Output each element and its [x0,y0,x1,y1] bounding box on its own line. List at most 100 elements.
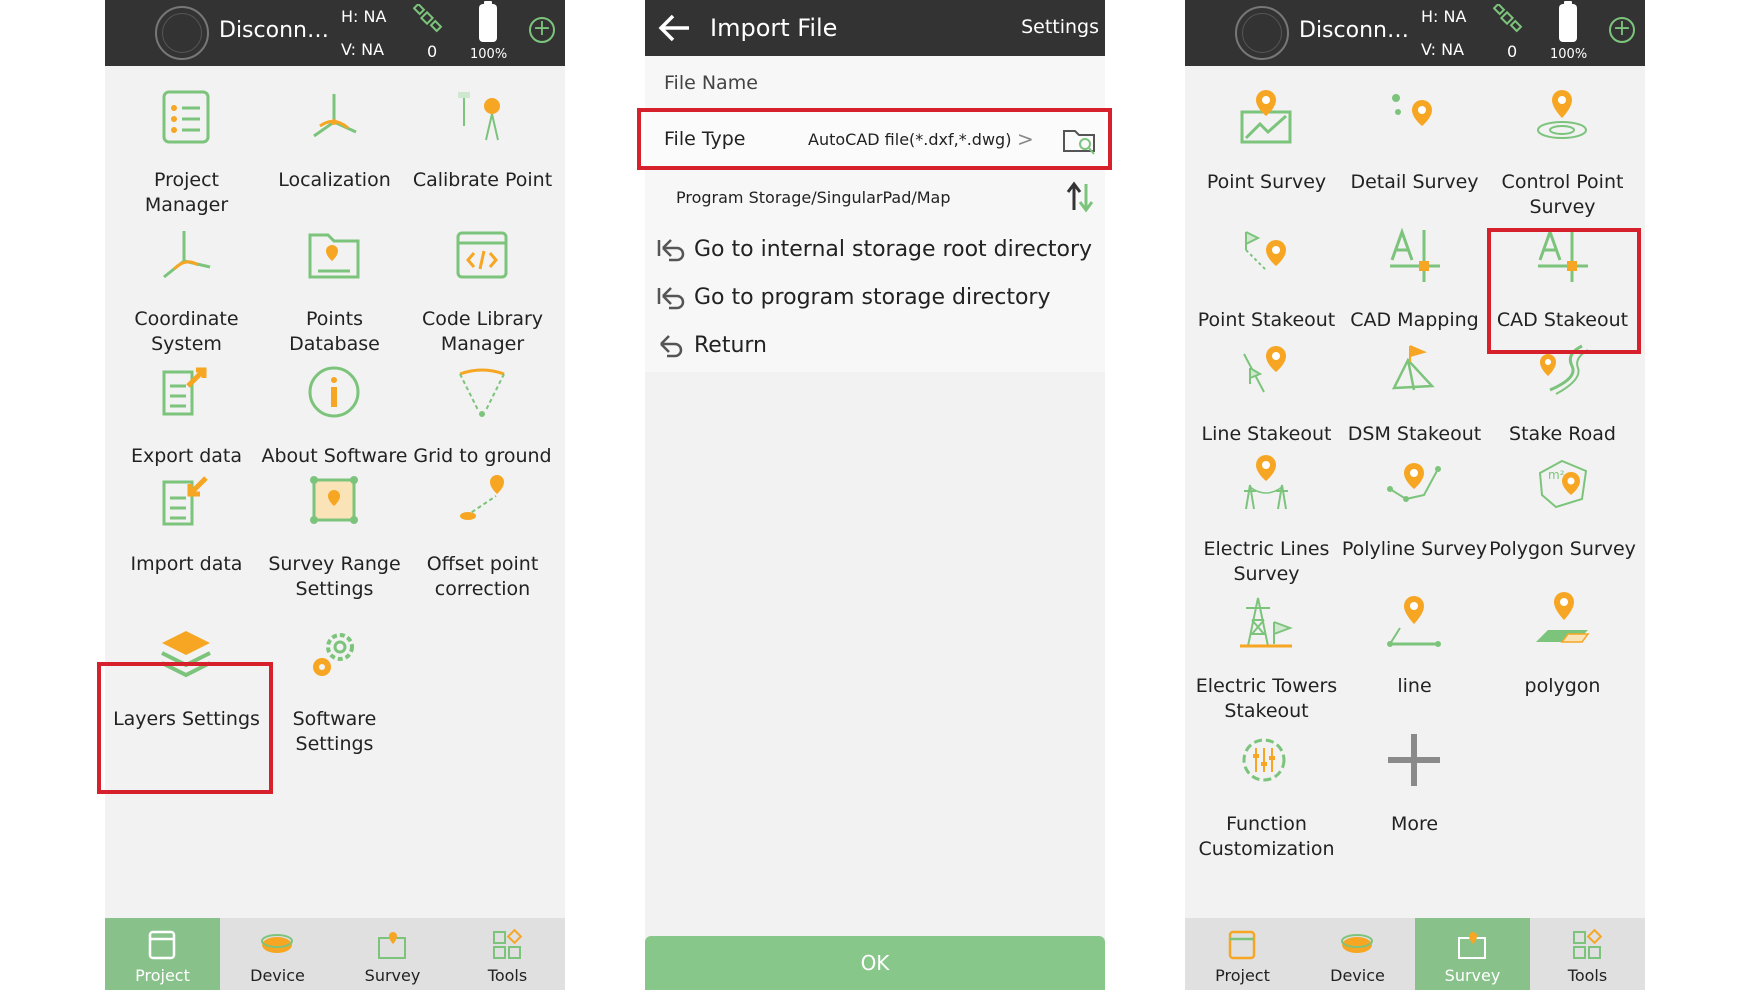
folder-pin-icon [308,233,360,279]
tile-polyline-survey[interactable]: Polyline Survey [1338,455,1491,605]
tile-control-point-survey[interactable]: Control Point Survey [1486,88,1639,238]
tile-offset-point[interactable]: Offset point correction [406,470,559,620]
tile-label: Code Library Manager [421,308,544,355]
nav-label: Tools [1567,966,1608,985]
tile-label: Control Point Survey [1501,171,1624,218]
dsm-stakeout-icon [1391,345,1435,391]
project-tab-icon [148,930,176,960]
add-icon[interactable]: + [1609,17,1635,43]
nav-survey[interactable]: Survey [1415,918,1530,990]
tile-label: Project Manager [144,169,229,216]
connection-indicator-icon[interactable] [1235,6,1289,60]
add-icon[interactable]: + [529,17,555,43]
nav-project[interactable]: Project [105,918,220,990]
go-root-directory[interactable]: Go to internal storage root directory [645,228,1105,276]
tile-label: Point Stakeout [1197,309,1336,331]
tile-label: Software Settings [292,708,377,755]
tile-point-survey[interactable]: Point Survey [1190,88,1343,238]
tile-line[interactable]: line [1338,592,1491,742]
calibrate-tripod-icon [458,92,500,141]
point-survey-icon [1240,90,1292,144]
tile-polygon-survey[interactable]: m² Polygon Survey [1486,455,1639,605]
nav-device[interactable]: Device [1300,918,1415,990]
satellite-icon [1493,4,1523,33]
tile-points-database[interactable]: Points Database [258,225,411,375]
nav-survey[interactable]: Survey [335,918,450,990]
sort-arrows-icon[interactable] [1065,180,1095,214]
back-arrow-icon[interactable] [657,10,693,46]
tile-survey-range[interactable]: Survey Range Settings [258,470,411,620]
tile-label: Polygon Survey [1489,538,1636,560]
tools-tab-icon [1573,928,1603,959]
polygon-icon [1536,592,1590,643]
project-tab-icon [1228,930,1256,960]
nav-tools[interactable]: Tools [450,918,565,990]
nav-tools[interactable]: Tools [1530,918,1645,990]
nav-label: Survey [1444,966,1501,985]
tile-label: Calibrate Point [412,169,553,191]
nav-label: Project [1215,966,1270,985]
tile-electric-towers-stakeout[interactable]: Electric Towers Stakeout [1190,592,1343,742]
device-tab-icon [261,934,293,953]
highlight-layers-settings [97,662,273,794]
tile-label: polygon [1524,675,1601,697]
nav-item-label: Return [694,333,768,358]
return-icon [660,335,683,358]
tile-project-manager[interactable]: Project Manager [110,86,263,236]
tile-detail-survey[interactable]: Detail Survey [1338,88,1491,238]
connection-indicator-icon[interactable] [155,6,209,60]
nav-device[interactable]: Device [220,918,335,990]
tile-polygon[interactable]: polygon [1486,592,1639,742]
tile-function-customization[interactable]: Function Customization [1190,730,1343,880]
gears-icon [313,633,354,676]
survey-screen: Disconn… H: NA V: NA 0 100% + Point Surv… [1185,0,1645,990]
tile-calibrate-point[interactable]: Calibrate Point [406,86,559,236]
polyline-survey-icon [1387,463,1441,502]
tile-label: Electric Lines Survey [1203,538,1330,585]
point-stakeout-icon [1245,231,1286,271]
tile-coordinate-system[interactable]: Coordinate System [110,225,263,375]
tile-label: Localization [278,169,391,191]
tile-label: Electric Towers Stakeout [1195,675,1338,722]
tile-label: CAD Mapping [1350,309,1479,331]
nav-project[interactable]: Project [1185,918,1300,990]
return-item[interactable]: Return [645,324,1105,372]
tile-more[interactable]: More [1338,730,1491,880]
nav-label: Device [1330,966,1385,985]
tile-label: About Software [261,445,408,467]
tile-electric-lines-survey[interactable]: Electric Lines Survey [1190,455,1343,605]
tools-tab-icon [493,928,523,959]
bottom-nav: Project Device Survey Tools [1185,918,1645,990]
function-gear-icon [1242,738,1286,782]
h-precision: H: NA [341,7,387,26]
tile-software-settings[interactable]: Software Settings [258,625,411,775]
tile-label: line [1397,675,1432,697]
tile-label: Line Stakeout [1201,423,1332,445]
clipboard-list-icon [162,90,210,144]
ok-button[interactable]: OK [645,936,1105,990]
coordinate-axes-icon [163,231,211,279]
tile-label: Polyline Survey [1341,538,1488,560]
file-name-row[interactable]: File Name [645,56,1105,111]
tile-label: Point Survey [1206,171,1327,193]
grid-ground-icon [459,368,505,417]
localization-axes-icon [313,94,357,138]
survey-tab-icon [378,932,406,959]
settings-button[interactable]: Settings [1021,16,1099,38]
satellite-count: 0 [427,42,438,61]
control-point-icon [1537,90,1587,139]
tile-code-library[interactable]: Code Library Manager [406,225,559,375]
nav-item-label: Go to program storage directory [694,285,1051,310]
go-program-icon [657,287,685,310]
go-program-directory[interactable]: Go to program storage directory [645,276,1105,324]
satellite-count: 0 [1507,42,1518,61]
export-doc-icon [162,367,207,416]
tile-label: DSM Stakeout [1347,423,1482,445]
electric-tower-icon [1240,597,1293,648]
connection-status[interactable]: Disconn… [1299,18,1409,43]
tile-localization[interactable]: Localization [258,86,411,236]
tile-label: Export data [130,445,243,467]
connection-status[interactable]: Disconn… [219,18,329,43]
tile-import-data[interactable]: Import data [110,470,263,620]
line-icon [1387,596,1441,647]
